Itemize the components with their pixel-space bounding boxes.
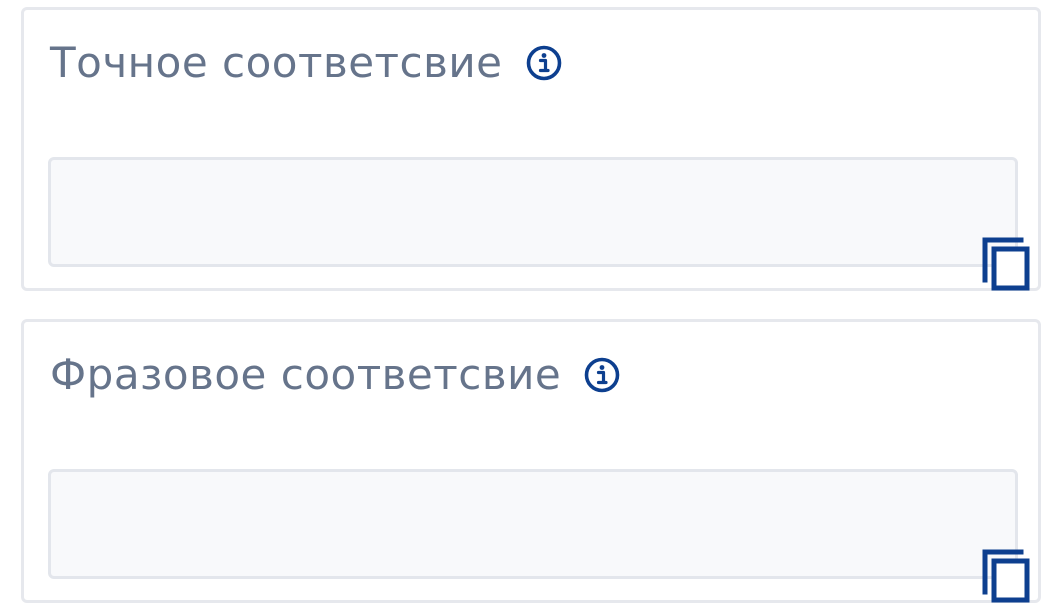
phrase-match-header: Фразовое соответсвие [50, 354, 621, 396]
exact-match-header: Точное соответсвие [50, 42, 563, 84]
exact-match-field[interactable] [48, 157, 1018, 267]
copy-icon[interactable] [981, 546, 1033, 604]
phrase-match-card: Фразовое соответсвие [21, 319, 1041, 603]
exact-match-card: Точное соответсвие [21, 7, 1041, 291]
copy-icon[interactable] [981, 234, 1033, 292]
phrase-match-field[interactable] [48, 469, 1018, 579]
phrase-match-title: Фразовое соответсвие [50, 350, 562, 399]
info-icon[interactable] [583, 356, 621, 394]
exact-match-title: Точное соответсвие [50, 38, 503, 87]
info-icon[interactable] [525, 44, 563, 82]
